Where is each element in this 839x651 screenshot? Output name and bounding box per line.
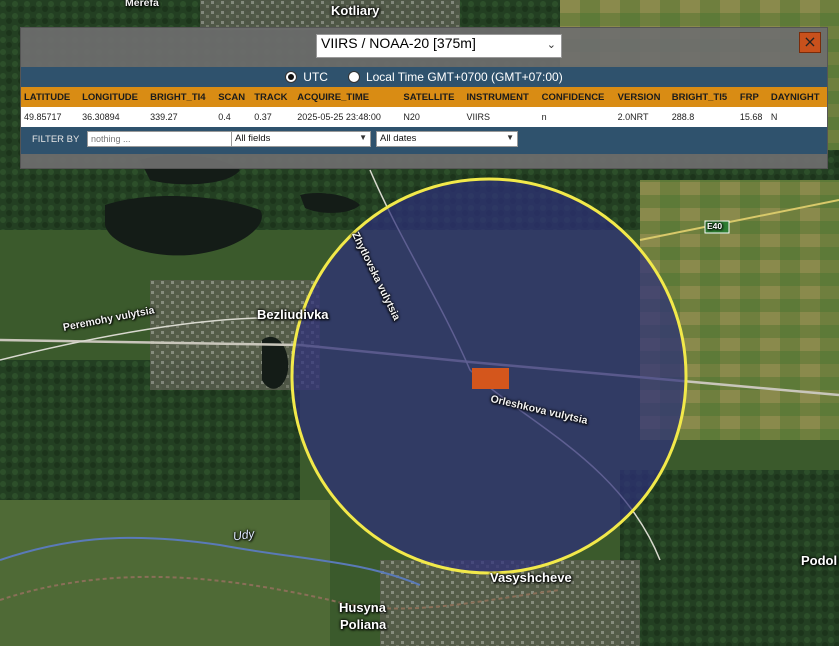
dates-select-value: All dates [380,133,417,144]
table-cell: VIIRS [463,107,539,127]
table-cell: N20 [400,107,464,127]
column-header: BRIGHT_TI5 [668,87,737,107]
satellite-select[interactable]: VIIRS / NOAA-20 [375m] ⌄ [316,34,562,58]
utc-label: UTC [303,70,328,84]
place-label-vasyshcheve: Vasyshcheve [490,570,572,585]
column-header: CONFIDENCE [538,87,615,107]
fire-hotspot-marker [472,368,509,389]
column-header: DAYNIGHT [767,87,827,107]
column-header: SATELLITE [400,87,464,107]
table-cell: N [767,107,827,127]
fire-data-table: LATITUDE LONGITUDE BRIGHT_TI4 SCAN TRACK ACQU… [21,87,827,127]
column-header: LATITUDE [21,87,80,107]
close-button[interactable]: × [799,32,821,53]
fields-select[interactable]: All fields ▼ [231,131,371,147]
place-label-kotliary: Kotliary [331,3,380,18]
table-cell: 36.30894 [79,107,148,127]
column-header: BRIGHT_TI4 [147,87,216,107]
place-label-husyna: Husyna [339,600,386,615]
local-time-label: Local Time GMT+0700 (GMT+07:00) [365,70,563,84]
filter-input[interactable] [87,131,233,147]
table-cell: 15.68 [736,107,768,127]
utc-radio[interactable] [285,71,298,83]
table-cell: 339.27 [147,107,216,127]
fire-info-popup: VIIRS / NOAA-20 [375m] ⌄ × UTC Local Tim… [20,27,828,169]
filter-label: FILTER BY [32,134,80,145]
chevron-down-icon: ▼ [506,133,514,142]
place-label-bezliudivka: Bezliudivka [257,307,329,322]
place-label-podol: Podol [801,553,838,568]
place-label-merefa: Merefa [125,0,159,9]
chevron-down-icon: ⌄ [546,39,556,51]
chevron-down-icon: ▼ [359,133,367,142]
fields-select-value: All fields [235,133,271,144]
table-row: 49.85717 36.30894 339.27 0.4 0.37 2025-05-25 … [21,107,827,127]
river-label-udy: Udy [232,526,256,544]
column-header: VERSION [614,87,669,107]
column-header: SCAN [215,87,252,107]
filter-bar: FILTER BY All fields ▼ All dates ▼ [21,127,827,154]
table-cell: 2.0NRT [614,107,669,127]
timezone-selector: UTC Local Time GMT+0700 (GMT+07:00) [21,67,827,87]
table-cell: 2025-05-25 23:48:00 [294,107,401,127]
e40-label: E40 [707,221,723,231]
table-header-row: LATITUDE LONGITUDE BRIGHT_TI4 SCAN TRACK ACQU… [21,87,827,107]
place-label-poliana: Poliana [340,617,387,632]
dates-select[interactable]: All dates ▼ [376,131,518,147]
column-header: ACQUIRE_TIME [294,87,401,107]
satellite-select-value: VIIRS / NOAA-20 [375m] [321,35,476,51]
table-cell: 0.37 [251,107,295,127]
column-header: INSTRUMENT [463,87,539,107]
table-cell: 288.8 [668,107,737,127]
column-header: TRACK [251,87,295,107]
table-cell: 0.4 [215,107,252,127]
table-cell: 49.85717 [21,107,80,127]
column-header: LONGITUDE [79,87,148,107]
column-header: FRP [736,87,768,107]
table-cell: n [538,107,615,127]
local-time-radio[interactable] [347,71,360,83]
